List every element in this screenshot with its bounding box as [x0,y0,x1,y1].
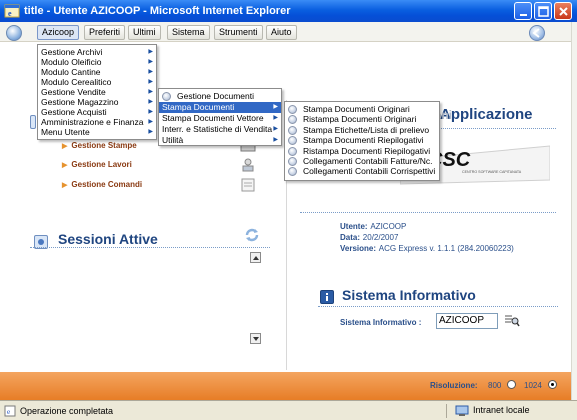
print-doc-icon [288,156,297,166]
sistema-title: Sistema Informativo [342,287,476,303]
page-icon: e [4,405,16,417]
date-value: 20/2/2007 [362,233,399,242]
print-doc-icon [288,136,297,146]
zone-text: Intranet locale [473,405,530,415]
lookup-icon[interactable] [504,313,520,327]
resolution-800-radio[interactable] [507,380,516,389]
menu-ultimi[interactable]: Ultimi [128,25,161,40]
sistema-divider [318,306,558,307]
footer-bar: Risoluzione: 800 1024 [0,372,571,400]
status-text: Operazione completata [20,406,114,416]
print-doc-icon [288,125,297,135]
close-icon [559,7,568,16]
info-divider-top [300,212,556,213]
title-bar: e title - Utente AZICOOP - Microsoft Int… [0,0,577,22]
window-title: title - Utente AZICOOP - Microsoft Inter… [24,5,291,17]
app-logo-icon [6,25,22,41]
user-label: Utente: [340,222,368,231]
info-version-row: Versione: ACG Express v. 1.1.1 (284.2006… [340,243,514,254]
menu-item-gestione-vendite[interactable]: Gestione Vendite [38,87,156,97]
svg-text:e: e [8,9,12,18]
version-value: ACG Express v. 1.1.1 (284.20060223) [378,244,514,253]
link-gestione-comandi[interactable]: Gestione Comandi [62,180,142,189]
menu-item-stampa-doc-originari[interactable]: Stampa Documenti Originari [285,104,439,114]
resolution-800-label: 800 [488,381,502,390]
menu-strumenti[interactable]: Strumenti [214,25,263,40]
menu-item-gestione-documenti[interactable]: Gestione Documenti [159,91,281,102]
menu-item-ristampa-doc-originari[interactable]: Ristampa Documenti Originari [285,114,439,125]
maximize-icon [538,6,549,17]
menu-item-modulo-cerealitico[interactable]: Modulo Cerealitico [38,77,156,87]
menu-item-collegamenti-corrispettivi[interactable]: Collegamenti Contabili Corrispettivi [285,166,439,177]
intranet-icon [455,405,469,416]
sistema-field-label: Sistema Informativo : [340,318,422,327]
status-bar: e Operazione completata Intranet locale [0,400,577,420]
resolution-label: Risoluzione: [430,381,478,390]
sidebar-header-icon [30,115,36,129]
minimize-button[interactable] [514,2,532,20]
menu-level2: Gestione Documenti Stampa Documenti Stam… [158,88,282,146]
zone-indicator: Intranet locale [446,404,568,418]
minimize-icon [520,14,527,16]
user-value: AZICOOP [370,222,407,231]
menu-item-gestione-acquisti[interactable]: Gestione Acquisti [38,107,156,117]
menu-item-modulo-cantine[interactable]: Modulo Cantine [38,67,156,77]
worker-icon[interactable] [240,158,256,172]
menu-level3: Stampa Documenti Originari Ristampa Docu… [284,101,440,181]
menu-item-stampa-documenti[interactable]: Stampa Documenti [159,102,281,113]
svg-text:e: e [7,408,10,416]
menu-item-stampa-doc-riepilogativi[interactable]: Stampa Documenti Riepilogativi [285,135,439,146]
menu-level1: Gestione Archivi Modulo Oleificio Modulo… [37,44,157,140]
sessions-title: Sessioni Attive [58,231,158,247]
menu-bar: Azicoop Preferiti Ultimi Sistema Strumen… [0,22,577,42]
menu-azicoop[interactable]: Azicoop [37,25,80,40]
menu-preferiti[interactable]: Preferiti [84,25,126,40]
sessions-list[interactable] [48,249,260,341]
menu-item-interr-statistiche[interactable]: Interr. e Statistiche di Vendita [159,124,281,135]
menu-aiuto[interactable]: Aiuto [266,25,297,40]
info-user-row: Utente: AZICOOP [340,221,406,232]
ie-icon: e [4,4,20,18]
link-gestione-stampe[interactable]: Gestione Stampe [62,141,136,150]
menu-item-gestione-archivi[interactable]: Gestione Archivi [38,47,156,57]
maximize-button[interactable] [534,2,552,20]
menu-item-ristampa-doc-riepilogativi[interactable]: Ristampa Documenti Riepilogativi [285,146,439,156]
svg-text:CENTRO SOFTWARE CAPITANATA: CENTRO SOFTWARE CAPITANATA [462,170,522,174]
menu-item-stampa-documenti-vettore[interactable]: Stampa Documenti Vettore [159,113,281,124]
menu-item-collegamenti-fatture[interactable]: Collegamenti Contabili Fatture/Nc. [285,156,439,166]
refresh-icon[interactable] [243,226,261,244]
menu-item-stampa-etichette[interactable]: Stampa Etichette/Lista di prelievo [285,125,439,135]
date-label: Data: [340,233,361,242]
close-button[interactable] [554,2,572,20]
page-scrollbar[interactable] [571,22,577,400]
sessions-scroll-up[interactable] [250,252,261,263]
resolution-1024-label: 1024 [524,381,542,390]
link-gestione-lavori[interactable]: Gestione Lavori [62,160,131,169]
info-icon [320,290,334,304]
print-doc-icon [288,146,297,156]
menu-item-amministrazione-finanza[interactable]: Amministrazione e Finanza [38,117,156,127]
document-icon [162,92,171,101]
app-section-title: Applicazione [440,106,533,123]
sessions-scroll-down[interactable] [250,333,261,344]
print-doc-icon [288,167,297,177]
arrow-up-icon [253,256,259,260]
menu-item-gestione-magazzino[interactable]: Gestione Magazzino [38,97,156,107]
menu-item-utilita[interactable]: Utilità [159,135,281,146]
back-icon[interactable] [529,25,545,41]
sessions-divider [30,247,270,248]
menu-sistema[interactable]: Sistema [167,25,210,40]
menu-item-menu-utente[interactable]: Menu Utente [38,127,156,137]
resolution-1024-radio[interactable] [548,380,557,389]
print-doc-icon [288,115,297,125]
print-doc-icon [288,105,297,114]
menu-item-modulo-oleificio[interactable]: Modulo Oleificio [38,57,156,67]
version-label: Versione: [340,244,377,253]
info-date-row: Data: 20/2/2007 [340,232,398,243]
sistema-field-input[interactable]: AZICOOP [436,313,498,329]
command-icon[interactable] [240,178,256,192]
arrow-down-icon [253,337,259,341]
